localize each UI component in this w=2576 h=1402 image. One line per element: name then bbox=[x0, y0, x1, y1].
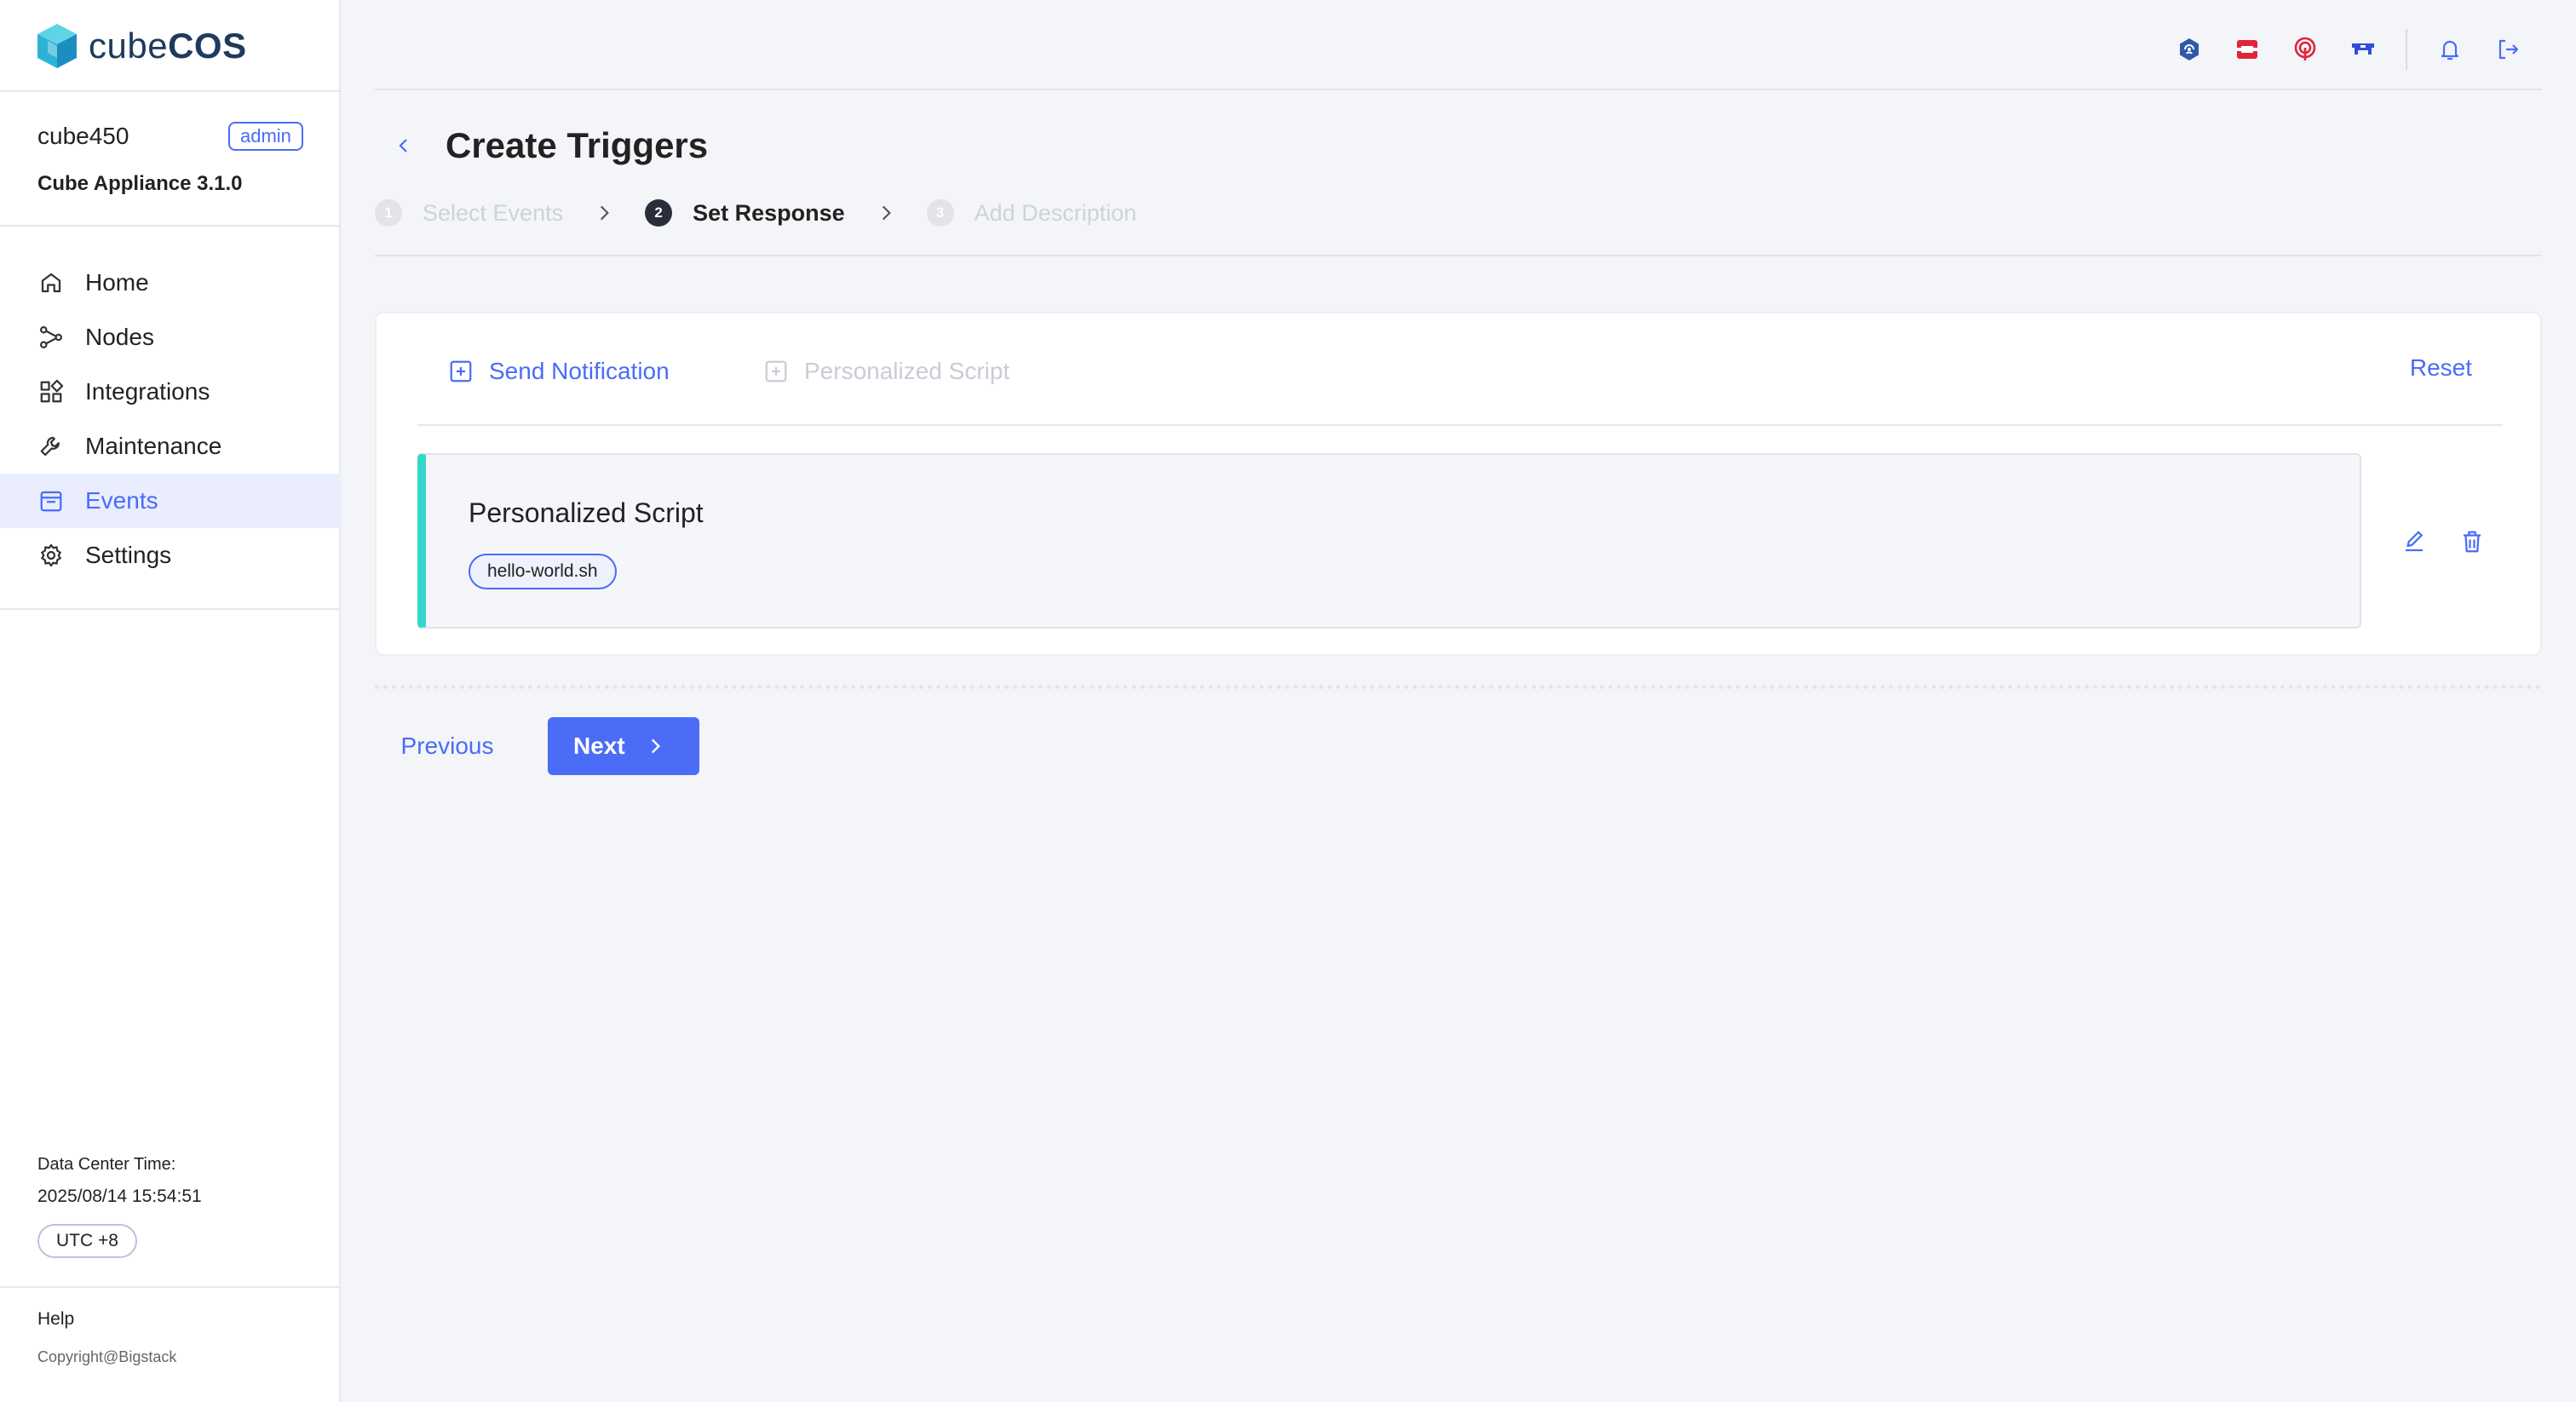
send-notification-button[interactable]: Send Notification bbox=[448, 354, 670, 388]
home-icon bbox=[37, 269, 65, 296]
script-file-tag: hello-world.sh bbox=[469, 554, 617, 589]
step-select-events: 1 Select Events bbox=[375, 199, 563, 227]
plus-square-icon bbox=[450, 360, 472, 382]
sidebar-item-label: Maintenance bbox=[85, 433, 222, 459]
user-name: cube450 bbox=[37, 123, 129, 149]
openstack-icon[interactable] bbox=[2230, 32, 2264, 66]
next-button[interactable]: Next bbox=[548, 717, 699, 775]
stepper: 1 Select Events 2 Set Response 3 Add Des… bbox=[375, 198, 1136, 228]
sidebar-divider bbox=[0, 608, 341, 610]
sidebar-item-label: Events bbox=[85, 487, 158, 514]
response-card: Send Notification Personalized Script Re… bbox=[375, 312, 2542, 656]
rancher-icon[interactable] bbox=[2288, 32, 2322, 66]
cubecos-logo[interactable]: cubeCOS bbox=[36, 22, 247, 70]
trash-icon bbox=[2464, 531, 2481, 553]
delete-button[interactable] bbox=[2455, 525, 2489, 559]
back-button[interactable] bbox=[390, 132, 417, 159]
logo-text: cubeCOS bbox=[89, 26, 247, 66]
chevron-right-icon bbox=[651, 738, 660, 754]
sidebar-divider bbox=[0, 1286, 341, 1288]
step-number: 2 bbox=[645, 199, 673, 227]
reset-button[interactable]: Reset bbox=[2410, 354, 2472, 382]
sidebar: cubeCOS cube450 admin Cube Appliance 3.1… bbox=[0, 0, 341, 1402]
data-center-time-label: Data Center Time: bbox=[37, 1155, 176, 1174]
send-notification-label: Send Notification bbox=[489, 358, 670, 384]
nodes-icon bbox=[37, 324, 65, 351]
step-label: Add Description bbox=[974, 199, 1137, 226]
sidebar-nav: Home Nodes Integrations Maintenance Even… bbox=[0, 256, 341, 583]
card-divider bbox=[417, 424, 2503, 426]
sidebar-divider bbox=[0, 90, 341, 92]
plus-square-icon bbox=[765, 360, 787, 382]
step-add-description: 3 Add Description bbox=[926, 199, 1137, 227]
edit-button[interactable] bbox=[2397, 525, 2431, 559]
topbar-icons bbox=[2148, 29, 2525, 70]
sidebar-item-label: Integrations bbox=[85, 378, 210, 405]
sidebar-item-label: Settings bbox=[85, 542, 172, 568]
sidebar-item-integrations[interactable]: Integrations bbox=[0, 365, 341, 419]
personalized-script-label: Personalized Script bbox=[804, 358, 1010, 384]
stepper-divider bbox=[375, 255, 2542, 256]
page-title: Create Triggers bbox=[446, 125, 709, 165]
sidebar-item-events[interactable]: Events bbox=[0, 474, 341, 528]
gear-icon bbox=[37, 542, 65, 569]
sidebar-item-label: Nodes bbox=[85, 324, 154, 350]
kubernetes-icon[interactable] bbox=[2346, 32, 2380, 66]
step-set-response: 2 Set Response bbox=[645, 199, 845, 227]
sidebar-item-home[interactable]: Home bbox=[0, 256, 341, 310]
sidebar-divider bbox=[0, 225, 341, 227]
step-number: 1 bbox=[375, 199, 402, 227]
topbar bbox=[375, 0, 2542, 90]
copyright: Copyright@Bigstack bbox=[37, 1348, 177, 1365]
help-link[interactable]: Help bbox=[37, 1309, 74, 1330]
section-divider bbox=[375, 685, 2542, 689]
script-response-item: Personalized Script hello-world.sh bbox=[417, 453, 2361, 629]
ceph-icon[interactable] bbox=[2172, 32, 2206, 66]
pencil-icon bbox=[2406, 531, 2423, 552]
chevron-right-icon bbox=[871, 198, 901, 228]
personalized-script-button[interactable]: Personalized Script bbox=[763, 354, 1009, 388]
step-label: Select Events bbox=[423, 199, 564, 226]
cube-logo-icon bbox=[37, 24, 77, 68]
sidebar-item-nodes[interactable]: Nodes bbox=[0, 310, 341, 365]
bell-icon[interactable] bbox=[2433, 32, 2467, 66]
role-badge: admin bbox=[228, 122, 303, 151]
calendar-icon bbox=[37, 487, 65, 514]
chevron-left-icon bbox=[399, 139, 407, 152]
next-button-label: Next bbox=[573, 733, 625, 759]
step-label: Set Response bbox=[693, 199, 845, 226]
topbar-divider bbox=[2406, 29, 2407, 70]
wrench-icon bbox=[37, 433, 65, 460]
data-center-time: 2025/08/14 15:54:51 bbox=[37, 1187, 202, 1206]
sidebar-item-settings[interactable]: Settings bbox=[0, 528, 341, 583]
previous-button[interactable]: Previous bbox=[375, 717, 520, 775]
script-title: Personalized Script bbox=[469, 497, 704, 528]
sidebar-item-maintenance[interactable]: Maintenance bbox=[0, 419, 341, 474]
chevron-right-icon bbox=[589, 198, 619, 228]
step-number: 3 bbox=[926, 199, 954, 227]
appliance-version: Cube Appliance 3.1.0 bbox=[37, 172, 243, 195]
integrations-icon bbox=[37, 378, 65, 405]
sidebar-item-label: Home bbox=[85, 269, 149, 296]
timezone-badge: UTC +8 bbox=[37, 1224, 137, 1258]
logout-icon[interactable] bbox=[2491, 32, 2525, 66]
